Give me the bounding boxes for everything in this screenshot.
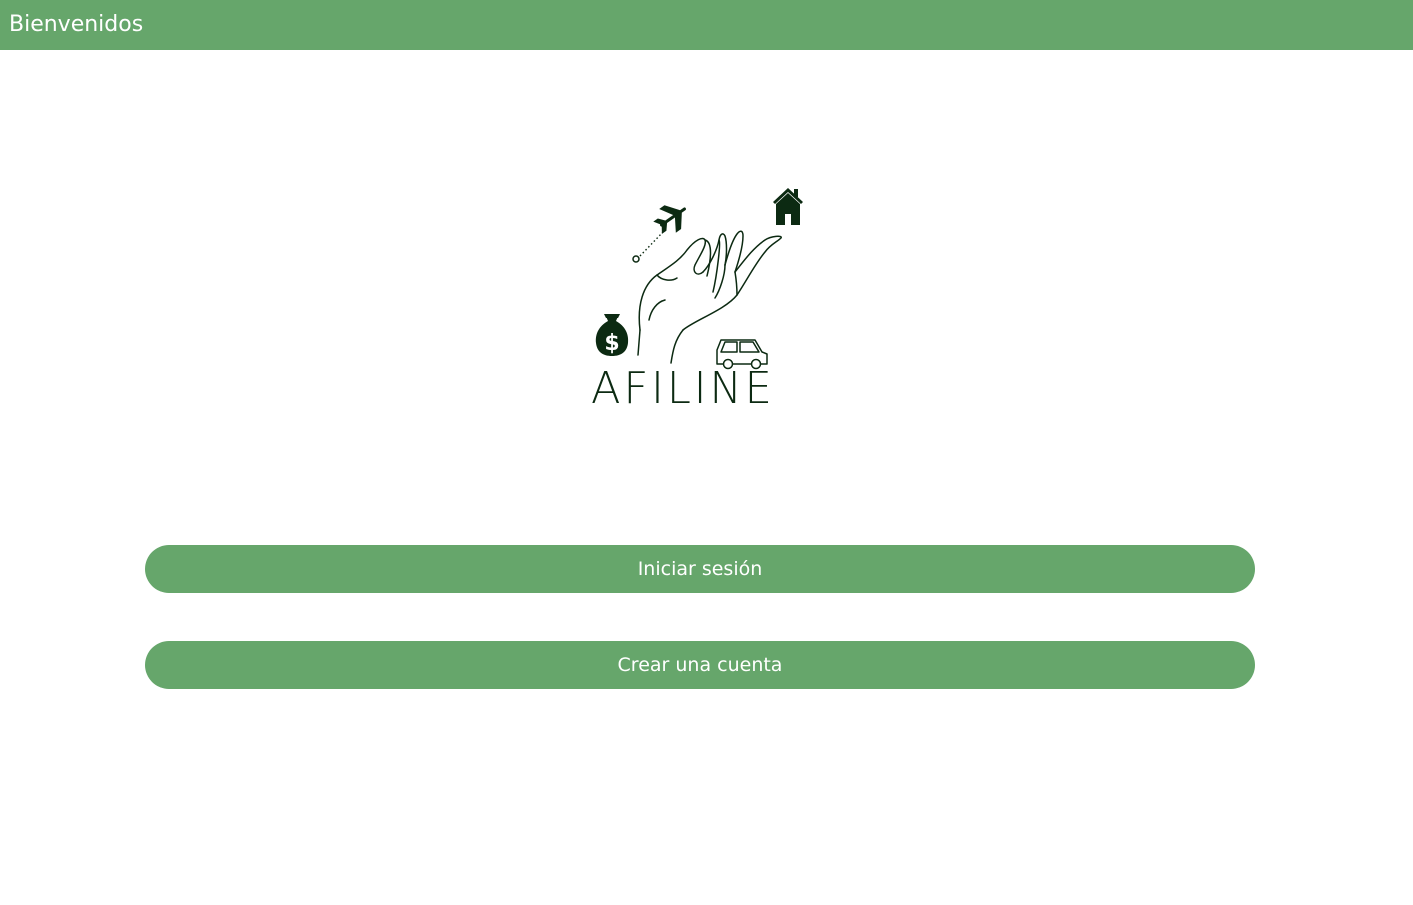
flight-origin-dot (632, 255, 640, 263)
hand-icon (637, 230, 782, 364)
money-bag-icon: $ (595, 314, 629, 356)
logo-wordmark: AFILINE (591, 363, 775, 414)
page-title: Bienvenidos (9, 12, 144, 37)
flight-path-line (639, 231, 664, 257)
house-icon (773, 188, 803, 225)
title-bar: Bienvenidos (0, 0, 1413, 50)
afiline-logo: $ AFILINE (585, 180, 815, 430)
airplane-icon (653, 205, 686, 234)
create-account-button[interactable]: Crear una cuenta (145, 641, 1255, 689)
svg-text:$: $ (604, 331, 619, 356)
login-button[interactable]: Iniciar sesión (145, 545, 1255, 593)
